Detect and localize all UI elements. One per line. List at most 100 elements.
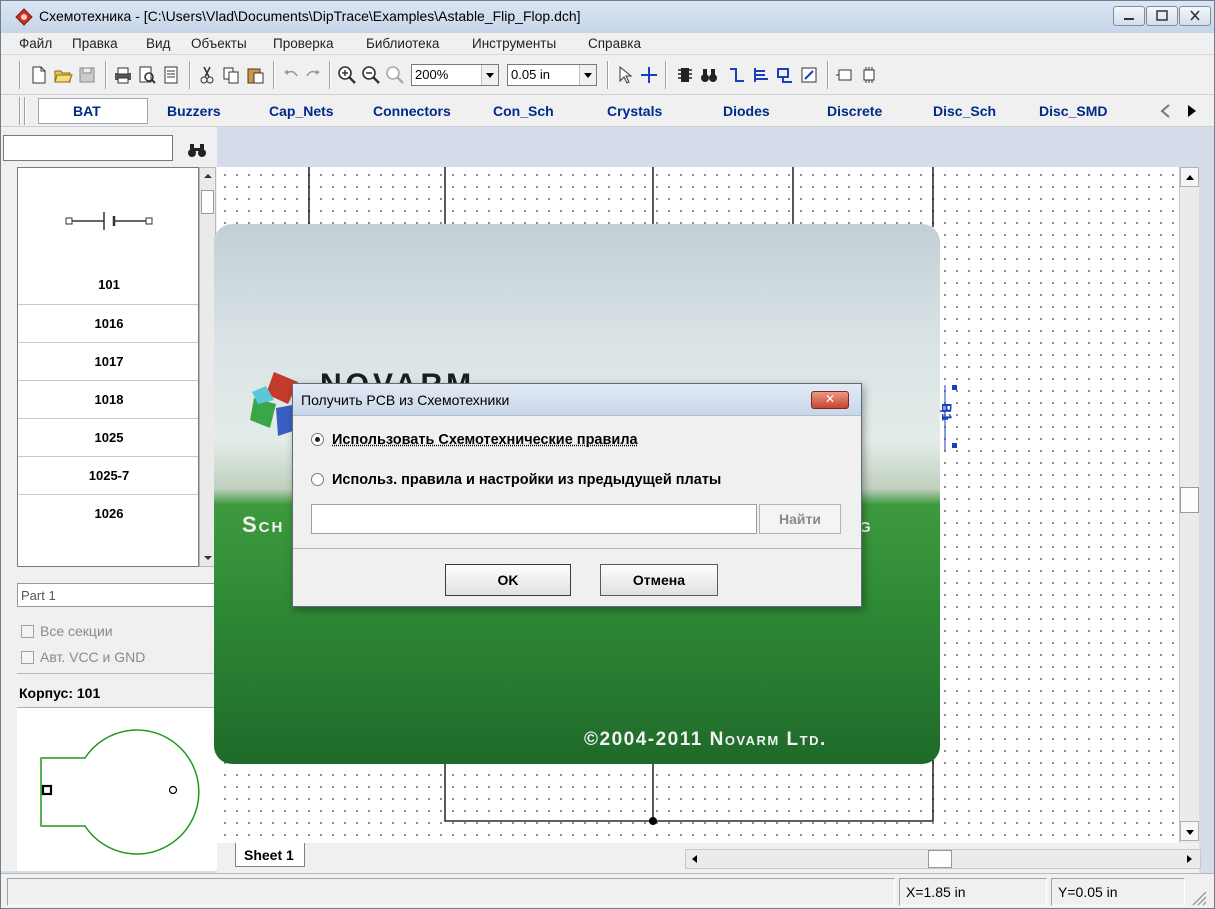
library-tab-diodes[interactable]: Diodes [723, 103, 770, 119]
toolbar-separator [329, 61, 331, 89]
main-toolbar: 200% 0.05 in [1, 55, 1214, 95]
zoom-select[interactable]: 200% [411, 64, 499, 86]
library-tab-disc-sch[interactable]: Disc_Sch [933, 103, 996, 119]
component-row[interactable]: 1025-7 [18, 456, 198, 494]
radio-schematic-rules-label: Использовать Схемотехнические правила [332, 432, 638, 448]
wire-icon[interactable] [727, 65, 747, 85]
open-folder-icon[interactable] [53, 65, 73, 85]
find-button[interactable]: Найти [759, 504, 841, 534]
component-panel: 101 1016 1017 1018 1025 1025-7 1026 Part… [1, 127, 217, 871]
menu-view[interactable]: Вид [146, 36, 170, 51]
checkbox-box [21, 651, 34, 664]
scroll-left-icon[interactable] [1159, 103, 1173, 119]
menu-objects[interactable]: Объекты [191, 36, 247, 51]
grid-size-select[interactable]: 0.05 in [507, 64, 597, 86]
package-preview [17, 707, 217, 871]
print-icon[interactable] [113, 65, 133, 85]
y-coordinate: Y=0.05 in [1058, 884, 1118, 900]
toolbar-separator [105, 61, 107, 89]
crosshair-icon[interactable] [639, 65, 659, 85]
copy-icon[interactable] [221, 65, 241, 85]
library-tab-disc-smd[interactable]: Disc_SMD [1039, 103, 1107, 119]
toolbar-grip [19, 61, 21, 89]
zoom-out-icon[interactable] [361, 65, 381, 85]
component-row[interactable]: 1016 [18, 304, 198, 342]
scroll-down-button[interactable] [1180, 821, 1199, 841]
component-row[interactable]: 1018 [18, 380, 198, 418]
dialog-close-button[interactable] [811, 391, 849, 409]
menu-library[interactable]: Библиотека [366, 36, 439, 51]
save-icon[interactable] [77, 65, 97, 85]
print-preview-icon[interactable] [137, 65, 157, 85]
minimize-button[interactable] [1113, 6, 1145, 26]
new-file-icon[interactable] [29, 65, 49, 85]
dialog-title-bar: Получить PCB из Схемотехники [293, 384, 861, 416]
scroll-left-icon[interactable] [690, 854, 700, 864]
cut-icon[interactable] [197, 65, 217, 85]
library-tab-con-sch[interactable]: Con_Sch [493, 103, 554, 119]
component-icon[interactable] [675, 65, 695, 85]
scroll-right-icon[interactable] [1185, 103, 1199, 119]
scroll-right-icon[interactable] [1184, 854, 1194, 864]
sheet-tab[interactable]: Sheet 1 [235, 843, 305, 867]
component-row[interactable]: 1025 [18, 418, 198, 456]
component-row[interactable]: 1026 [18, 494, 198, 532]
menu-file[interactable]: Файл [19, 36, 52, 51]
component-row[interactable]: 1017 [18, 342, 198, 380]
canvas-vertical-scrollbar[interactable] [1179, 167, 1199, 843]
radio-schematic-rules[interactable]: Использовать Схемотехнические правила [311, 432, 638, 448]
net-port-icon[interactable] [775, 65, 795, 85]
menu-edit[interactable]: Правка [72, 36, 118, 51]
paste-icon[interactable] [245, 65, 265, 85]
scroll-up-icon [1186, 175, 1194, 180]
component-list[interactable]: 101 1016 1017 1018 1025 1025-7 1026 [17, 167, 199, 567]
scroll-thumb[interactable] [1180, 487, 1199, 513]
library-tab-bat[interactable]: BAT [73, 103, 101, 119]
all-sections-checkbox[interactable]: Все секции [21, 623, 113, 639]
toolbar-separator [607, 61, 609, 89]
scroll-thumb[interactable] [928, 850, 952, 868]
scroll-thumb[interactable] [201, 190, 214, 214]
component-row[interactable]: 101 [18, 266, 198, 304]
library-tab-buzzers[interactable]: Buzzers [167, 103, 221, 119]
redo-icon[interactable] [303, 65, 323, 85]
properties-icon[interactable] [799, 65, 819, 85]
hierarchy-block-icon[interactable] [835, 65, 855, 85]
cancel-button[interactable]: Отмена [600, 564, 718, 596]
menu-help[interactable]: Справка [588, 36, 641, 51]
select-pointer-icon[interactable] [615, 65, 635, 85]
part-select[interactable]: Part 1 [17, 583, 217, 607]
app-icon [15, 8, 33, 26]
undo-icon[interactable] [281, 65, 301, 85]
battery-symbol-icon [65, 212, 153, 230]
library-tab-cap-nets[interactable]: Cap_Nets [269, 103, 334, 119]
menu-tools[interactable]: Инструменты [472, 36, 556, 51]
menu-bar: Файл Правка Вид Объекты Проверка Библиот… [1, 33, 1214, 55]
radio-previous-board-rules[interactable]: Использ. правила и настройки из предыдущ… [311, 472, 721, 488]
canvas-horizontal-scrollbar[interactable] [685, 849, 1201, 869]
previous-board-path-input[interactable] [311, 504, 757, 534]
auto-vcc-gnd-checkbox[interactable]: Авт. VCC и GND [21, 649, 145, 665]
chip-icon[interactable] [859, 65, 879, 85]
library-tab-crystals[interactable]: Crystals [607, 103, 662, 119]
zoom-fit-icon[interactable] [385, 65, 405, 85]
scroll-down-icon[interactable] [203, 554, 213, 562]
toolbar-separator [665, 61, 667, 89]
scroll-up-icon[interactable] [203, 172, 213, 180]
resize-grip-icon[interactable] [1189, 888, 1207, 906]
library-tab-discrete[interactable]: Discrete [827, 103, 882, 119]
all-sections-label: Все секции [40, 623, 113, 639]
maximize-button[interactable] [1146, 6, 1178, 26]
ok-button[interactable]: OK [445, 564, 571, 596]
menu-verification[interactable]: Проверка [273, 36, 333, 51]
binoculars-icon[interactable] [187, 141, 207, 159]
library-tabs-bar: BAT Buzzers Cap_Nets Connectors Con_Sch … [1, 95, 1214, 127]
close-button[interactable] [1179, 6, 1211, 26]
library-tab-connectors[interactable]: Connectors [373, 103, 451, 119]
component-search-input[interactable] [3, 135, 173, 161]
scroll-up-button[interactable] [1180, 167, 1199, 187]
zoom-in-icon[interactable] [337, 65, 357, 85]
find-binoculars-icon[interactable] [699, 65, 719, 85]
bus-icon[interactable] [751, 65, 771, 85]
document-icon[interactable] [161, 65, 181, 85]
